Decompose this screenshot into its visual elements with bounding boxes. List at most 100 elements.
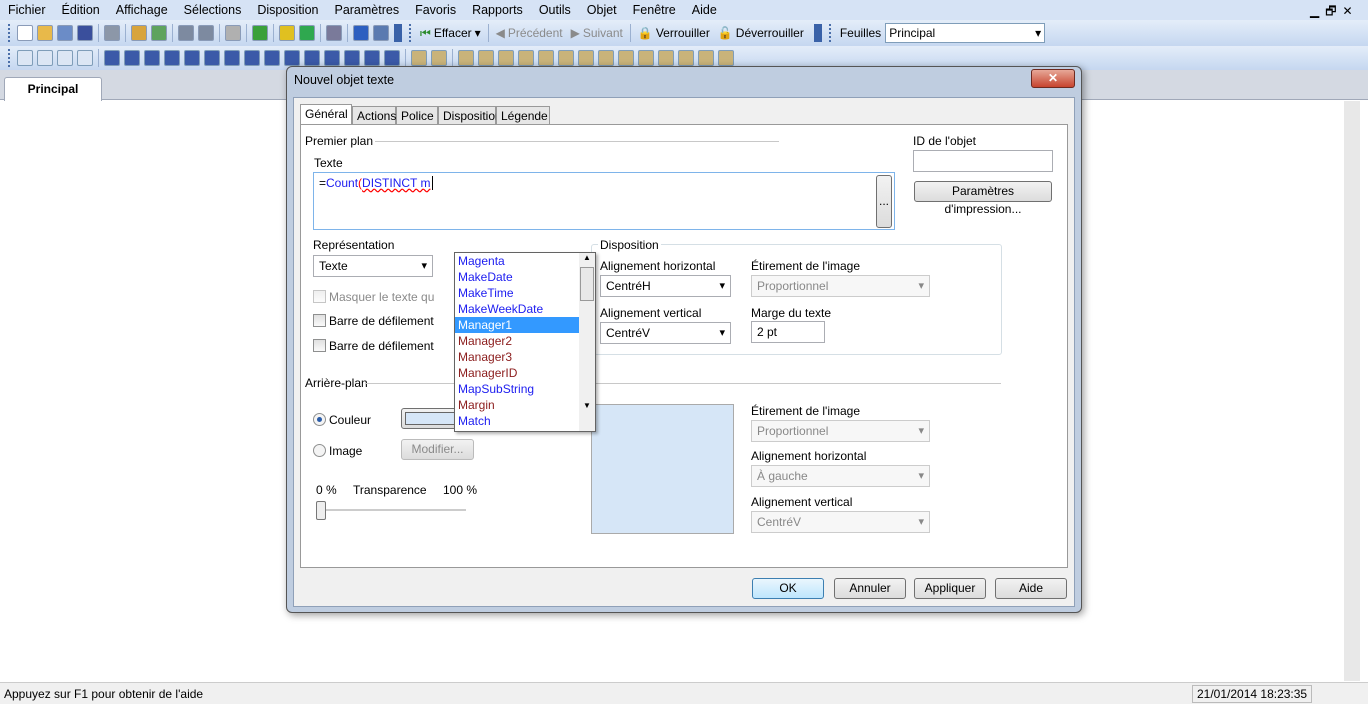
autocomplete-item[interactable]: MakeWeekDate (455, 301, 579, 317)
autocomplete-item[interactable]: MapSubString (455, 381, 579, 397)
menu-5[interactable]: Paramètres (326, 3, 407, 17)
next-button[interactable]: ▶ Suivant (567, 26, 627, 40)
chart-wizard-icon[interactable] (279, 25, 295, 41)
menu-9[interactable]: Objet (579, 3, 625, 17)
new-document-icon[interactable] (17, 25, 33, 41)
multibox-icon[interactable] (144, 50, 160, 66)
sheet-tab-principal[interactable]: Principal (4, 77, 102, 101)
open-folder-icon[interactable] (37, 25, 53, 41)
expression-editor-button[interactable]: ... (876, 175, 892, 228)
help-icon[interactable] (353, 25, 369, 41)
menu-4[interactable]: Disposition (249, 3, 326, 17)
vertical-scrollbar[interactable] (1344, 101, 1360, 681)
reload-data-icon[interactable] (151, 25, 167, 41)
autocomplete-item[interactable]: Magenta (455, 253, 579, 269)
align-center-icon[interactable] (498, 50, 514, 66)
menu-11[interactable]: Aide (684, 3, 725, 17)
toolbar-grip[interactable] (409, 24, 412, 42)
image-radio[interactable] (313, 444, 326, 457)
stretch-dropdown[interactable]: Proportionnel (751, 275, 930, 297)
text-object-icon[interactable] (264, 50, 280, 66)
tab-4[interactable]: Légende (496, 106, 550, 125)
transparency-slider-thumb[interactable] (316, 501, 326, 520)
ok-button[interactable]: OK (752, 578, 824, 599)
autocomplete-item[interactable]: Manager1 (455, 317, 579, 333)
autocomplete-item[interactable]: Margin (455, 397, 579, 413)
bg-align-v-dropdown[interactable]: CentréV (751, 511, 930, 533)
menu-10[interactable]: Fenêtre (625, 3, 684, 17)
toolbar-grip[interactable] (828, 24, 832, 42)
tab-3[interactable]: Disposition (438, 106, 502, 125)
tab-0[interactable]: Général (300, 104, 352, 126)
masquer-checkbox[interactable] (313, 290, 326, 303)
tools-icon[interactable] (698, 50, 714, 66)
undo-icon[interactable] (178, 25, 194, 41)
toolbar-grip[interactable] (8, 49, 11, 67)
tab-2[interactable]: Police (396, 106, 438, 125)
statistics-box-icon[interactable] (124, 50, 140, 66)
print-icon[interactable] (104, 25, 120, 41)
align-middle-icon[interactable] (558, 50, 574, 66)
menu-0[interactable]: Fichier (0, 3, 54, 17)
brush-icon[interactable] (431, 50, 447, 66)
listbox-icon[interactable] (104, 50, 120, 66)
toolbar-grip[interactable] (8, 24, 11, 42)
bg-stretch-dropdown[interactable]: Proportionnel (751, 420, 930, 442)
favorite-star-icon[interactable] (299, 25, 315, 41)
bookmark-icon[interactable] (324, 50, 340, 66)
vertical-scrollbar-checkbox[interactable] (313, 339, 326, 352)
autocomplete-item[interactable]: Manager2 (455, 333, 579, 349)
autocomplete-item[interactable]: Manager3 (455, 349, 579, 365)
align-top-icon[interactable] (578, 50, 594, 66)
current-selections-icon[interactable] (224, 50, 240, 66)
align-left-icon[interactable] (478, 50, 494, 66)
color-radio[interactable] (313, 413, 326, 426)
note-icon[interactable] (678, 50, 694, 66)
transparency-slider[interactable] (316, 509, 466, 511)
object-id-input[interactable] (913, 150, 1053, 172)
chart-icon[interactable] (184, 50, 200, 66)
move-left-icon[interactable] (37, 50, 53, 66)
whats-this-icon[interactable] (373, 25, 389, 41)
margin-stepper[interactable]: 2 pt (751, 321, 825, 343)
menu-7[interactable]: Rapports (464, 3, 531, 17)
bg-align-h-dropdown[interactable]: À gauche (751, 465, 930, 487)
tab-1[interactable]: Actions (352, 106, 396, 125)
modify-image-button[interactable]: Modifier... (401, 439, 474, 460)
space-horizontal-icon[interactable] (598, 50, 614, 66)
search-icon[interactable] (225, 25, 241, 41)
search-object-icon[interactable] (344, 50, 360, 66)
menu-6[interactable]: Favoris (407, 3, 464, 17)
input-box-icon[interactable] (204, 50, 220, 66)
sheets-dropdown[interactable]: Principal ▾ (885, 23, 1046, 43)
clear-button[interactable]: ⏮ Effacer ▾ (416, 26, 485, 41)
horizontal-scrollbar-checkbox[interactable] (313, 314, 326, 327)
save-icon[interactable] (77, 25, 93, 41)
align-icon[interactable] (458, 50, 474, 66)
table-box-icon[interactable] (164, 50, 180, 66)
container-icon[interactable] (364, 50, 380, 66)
line-arrow-icon[interactable] (284, 50, 300, 66)
window-controls[interactable]: ▁🗗✕ (1310, 2, 1359, 23)
align-bottom-icon[interactable] (538, 50, 554, 66)
cancel-button[interactable]: Annuler (834, 578, 906, 599)
autocomplete-item[interactable]: MakeTime (455, 285, 579, 301)
align-v-dropdown[interactable]: CentréV (600, 322, 731, 344)
close-button[interactable]: ✕ (1031, 69, 1075, 88)
autocomplete-item[interactable]: MakeDate (455, 269, 579, 285)
format-painter-icon[interactable] (411, 50, 427, 66)
key-icon[interactable] (658, 50, 674, 66)
space-vertical-icon[interactable] (618, 50, 634, 66)
custom-object-icon[interactable] (384, 50, 400, 66)
chart-small-icon[interactable] (718, 50, 734, 66)
move-right-icon[interactable] (57, 50, 73, 66)
lock-icon[interactable] (638, 50, 654, 66)
autocomplete-item[interactable]: Match (455, 413, 579, 429)
apply-button[interactable]: Appliquer (914, 578, 986, 599)
align-h-dropdown[interactable]: CentréH (600, 275, 731, 297)
reload-icon[interactable] (57, 25, 73, 41)
edit-icon[interactable] (326, 25, 342, 41)
button-icon[interactable] (244, 50, 260, 66)
menu-8[interactable]: Outils (531, 3, 579, 17)
autocomplete-list[interactable]: Magenta MakeDate MakeTime MakeWeekDate Manag… (454, 252, 596, 432)
